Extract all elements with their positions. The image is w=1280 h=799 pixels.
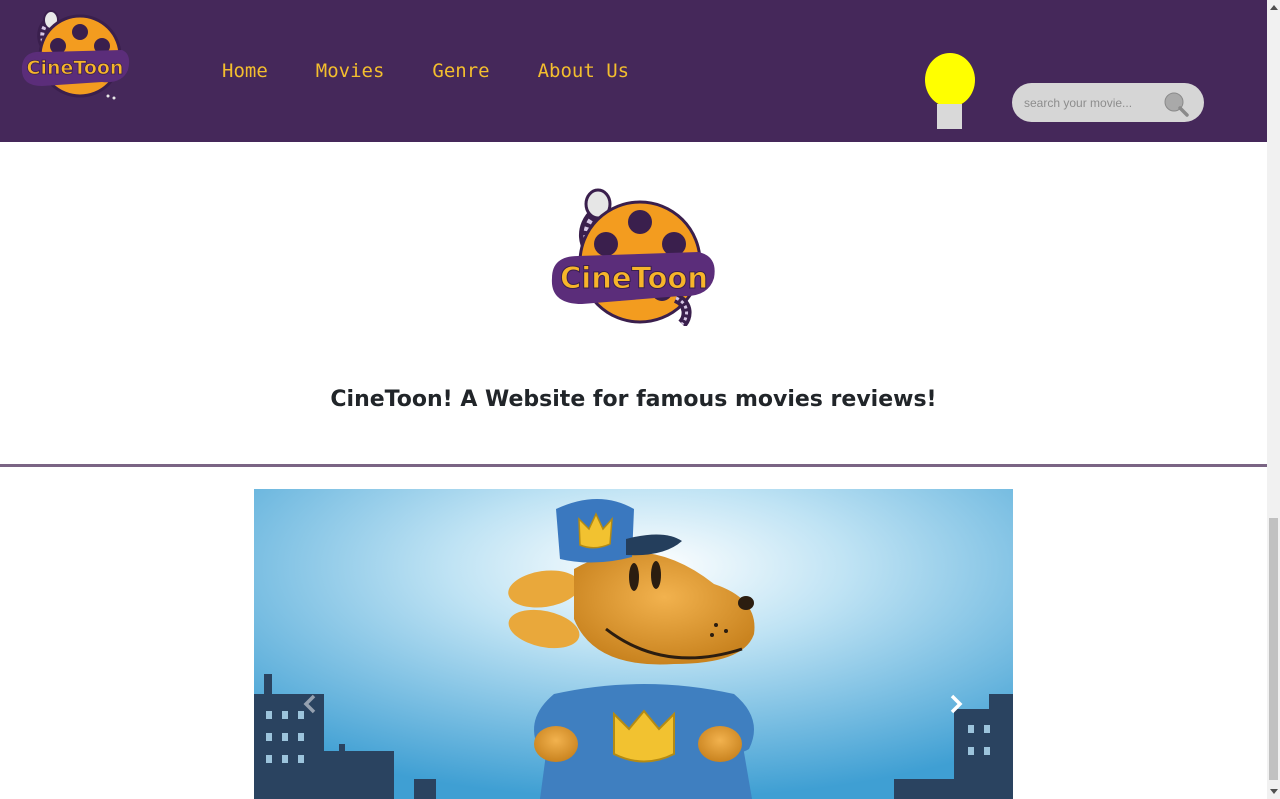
brand-logo[interactable]: CineToon <box>18 10 134 104</box>
nav-link-genre[interactable]: Genre <box>432 58 489 84</box>
scroll-down-arrow-icon[interactable] <box>1267 785 1280 799</box>
nav-link-home[interactable]: Home <box>222 58 268 84</box>
cinetoon-hero-logo-icon: CineToon <box>551 188 715 328</box>
carousel-prev-button[interactable] <box>280 669 340 739</box>
site-tagline: CineToon! A Website for famous movies re… <box>330 387 937 412</box>
hero-logo-wordmark: CineToon <box>560 261 708 295</box>
bulb-base <box>937 104 962 129</box>
section-divider <box>0 464 1267 467</box>
chevron-left-icon <box>303 694 316 714</box>
search-input[interactable] <box>1024 93 1164 113</box>
nav-link-about-us[interactable]: About Us <box>538 58 630 84</box>
movie-carousel <box>254 489 1013 799</box>
chevron-right-icon <box>950 694 963 714</box>
cinetoon-logo-icon: CineToon <box>21 10 130 100</box>
lightbulb-icon[interactable] <box>924 52 976 130</box>
nav-link-movies[interactable]: Movies <box>316 58 385 84</box>
navbar: CineToon Home Movies Genre About Us <box>0 0 1267 142</box>
scroll-up-arrow-icon[interactable] <box>1267 0 1280 14</box>
page-scrollbar[interactable] <box>1267 0 1280 799</box>
search-icon[interactable] <box>1162 90 1190 118</box>
logo-wordmark: CineToon <box>27 57 124 79</box>
carousel-next-button[interactable] <box>926 669 986 739</box>
main-nav: Home Movies Genre About Us <box>222 58 677 84</box>
hero-logo: CineToon <box>548 186 720 328</box>
scrollbar-thumb[interactable] <box>1269 518 1278 780</box>
bulb-glass <box>925 53 975 107</box>
carousel-slide-image[interactable] <box>254 489 1013 799</box>
